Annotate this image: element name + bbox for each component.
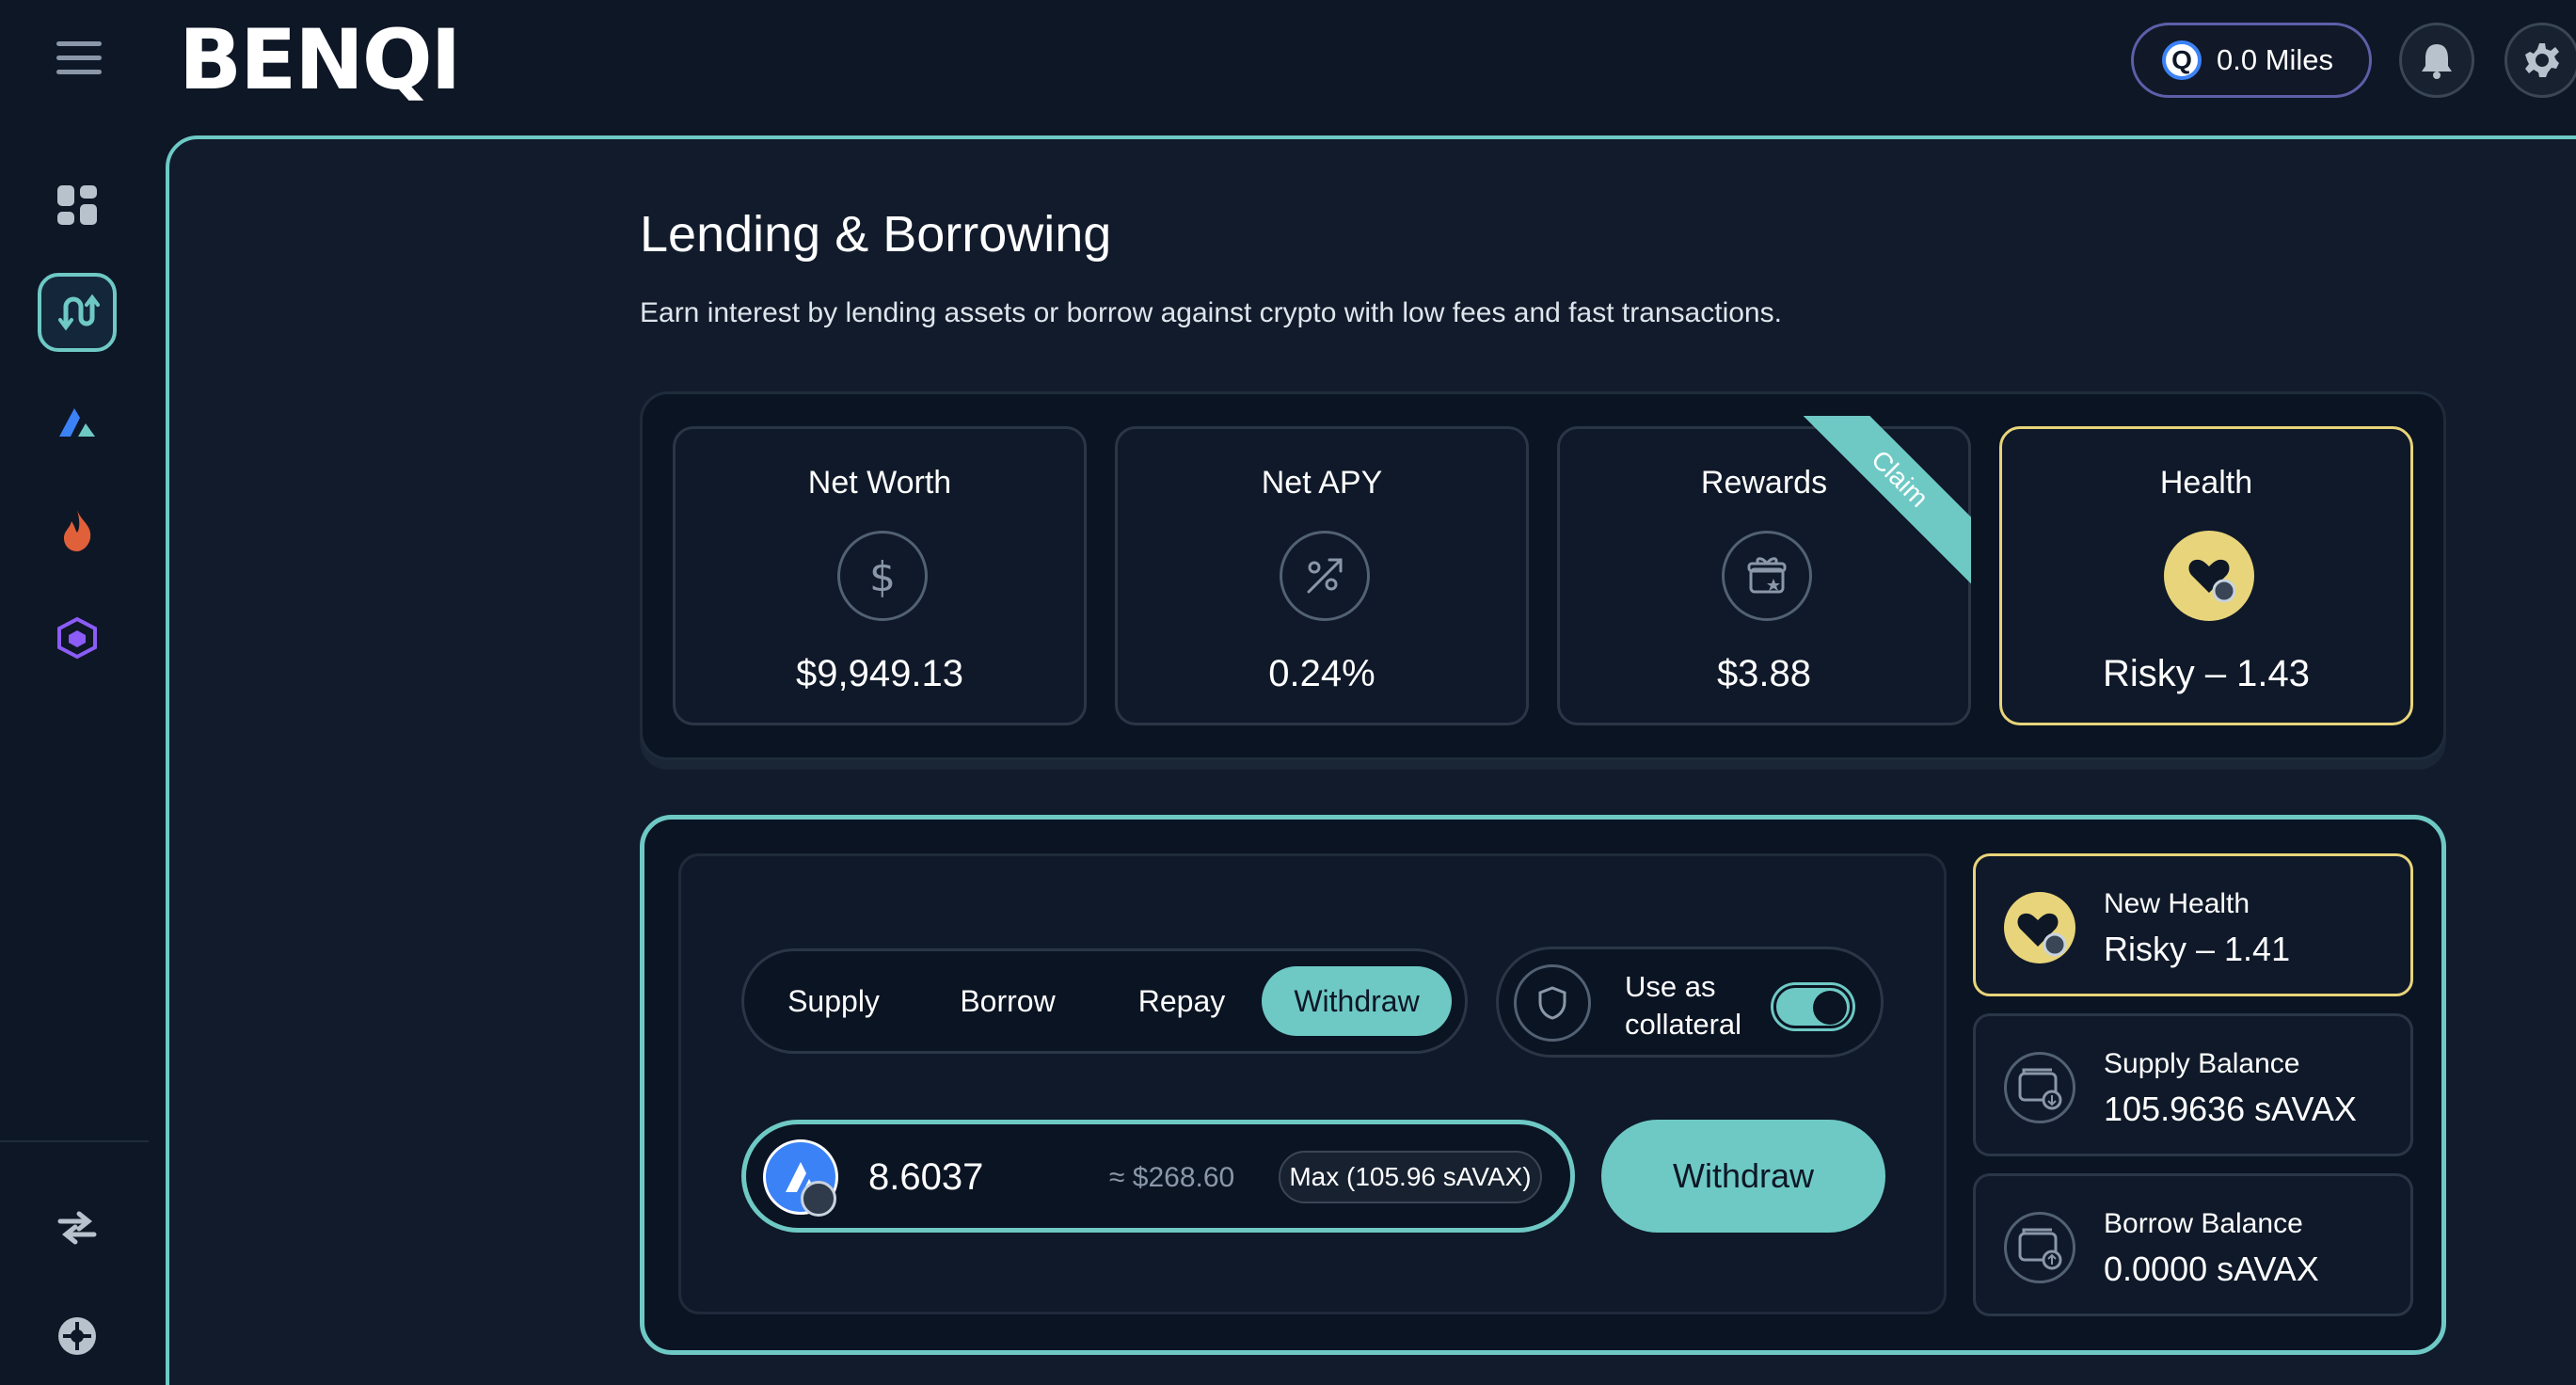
claim-button[interactable]: Claim <box>1789 416 1971 589</box>
rewards-card: Rewards $3.88 Claim <box>1557 416 1971 725</box>
bell-icon <box>2422 44 2452 79</box>
heart-icon <box>2164 531 2254 621</box>
max-button[interactable]: Max (105.96 sAVAX) <box>1279 1151 1542 1203</box>
amount-input[interactable] <box>868 1153 1094 1202</box>
supply-balance-card: Supply Balance 105.9636 sAVAX <box>1973 1013 2413 1156</box>
borrow-balance-value: 0.0000 sAVAX <box>2104 1250 2319 1288</box>
sidebar-item-ignite[interactable] <box>38 491 117 570</box>
health-value: Risky – 1.43 <box>2102 653 2311 694</box>
borrow-balance-card: Borrow Balance 0.0000 sAVAX <box>1973 1173 2413 1316</box>
sidebar-item-liquid-staking[interactable] <box>38 382 117 461</box>
tab-repay[interactable]: Repay <box>1111 966 1252 1036</box>
collateral-toggle[interactable] <box>1773 985 1852 1028</box>
avalanche-icon <box>59 408 95 437</box>
svg-text:$: $ <box>869 553 896 600</box>
miles-label: 0.0 Miles <box>2217 43 2334 76</box>
sidebar-item-ecosystem[interactable] <box>38 598 117 677</box>
tab-supply[interactable]: Supply <box>763 966 904 1036</box>
net-apy-card: Net APY 0.24% <box>1115 426 1529 725</box>
shield-icon <box>1514 964 1591 1042</box>
tab-borrow[interactable]: Borrow <box>932 966 1083 1036</box>
page-subtitle: Earn interest by lending assets or borro… <box>640 297 1782 328</box>
tab-withdraw[interactable]: Withdraw <box>1262 966 1452 1036</box>
collateral-label: Use as collateral <box>1625 970 1742 1041</box>
borrow-balance-label: Borrow Balance <box>2104 1208 2303 1239</box>
dashboard-icon <box>57 185 97 225</box>
rewards-value: $3.88 <box>1716 653 1812 694</box>
collateral-control: Use as collateral <box>1496 947 1884 1058</box>
logo[interactable]: BENQI <box>179 11 461 108</box>
withdraw-form: Supply Borrow Repay Withdraw Use as coll… <box>678 853 1947 1314</box>
heart-icon <box>2004 892 2075 963</box>
action-tabs: Supply Borrow Repay Withdraw <box>741 948 1468 1054</box>
withdraw-submit-button[interactable]: Withdraw <box>1601 1120 1885 1233</box>
sidebar-item-swap[interactable] <box>38 1187 117 1266</box>
menu-icon[interactable] <box>56 41 102 75</box>
usd-estimate: ≈ $268.60 <box>1109 1162 1235 1193</box>
miles-button[interactable]: Q 0.0 Miles <box>2131 23 2372 98</box>
percent-trend-icon <box>1280 531 1370 621</box>
settings-button[interactable] <box>2504 23 2576 98</box>
net-worth-value: $9,949.13 <box>796 653 963 694</box>
health-label: Health <box>2159 465 2253 501</box>
wallet-up-icon <box>2004 1212 2075 1283</box>
swap-icon <box>57 1211 97 1245</box>
cube-icon <box>57 616 97 660</box>
flame-icon <box>64 510 91 551</box>
lending-icon <box>58 294 100 331</box>
new-health-label: New Health <box>2104 888 2250 919</box>
gear-icon <box>2525 43 2559 77</box>
page-title: Lending & Borrowing <box>640 206 1112 263</box>
net-apy-label: Net APY <box>1261 465 1383 501</box>
sidebar-item-dashboard[interactable] <box>38 166 117 245</box>
logo-text: BENQI <box>179 11 461 108</box>
sidebar-item-lending[interactable] <box>38 273 117 352</box>
new-health-card: New Health Risky – 1.41 <box>1973 853 2413 996</box>
supply-balance-label: Supply Balance <box>2104 1048 2300 1079</box>
supply-balance-value: 105.9636 sAVAX <box>2104 1090 2357 1128</box>
stats-panel: Net Worth $ $9,949.13 Net APY 0.24% Rewa… <box>640 391 2446 760</box>
notifications-button[interactable] <box>2399 23 2474 98</box>
net-worth-label: Net Worth <box>807 465 952 501</box>
dollar-icon: $ <box>837 531 928 621</box>
sidebar <box>0 0 160 1385</box>
sidebar-divider <box>0 1140 149 1142</box>
claim-ribbon: Claim <box>1783 416 1971 604</box>
new-health-value: Risky – 1.41 <box>2104 930 2291 968</box>
sidebar-item-community[interactable] <box>38 1297 117 1376</box>
health-card: Health Risky – 1.43 <box>1999 426 2413 725</box>
net-apy-value: 0.24% <box>1268 653 1375 694</box>
action-panel: Supply Borrow Repay Withdraw Use as coll… <box>640 815 2446 1355</box>
amount-field: ≈ $268.60 Max (105.96 sAVAX) <box>741 1120 1575 1233</box>
wallet-down-icon <box>2004 1052 2075 1123</box>
globe-icon <box>58 1317 96 1355</box>
benqi-badge-icon <box>801 1181 836 1217</box>
net-worth-card: Net Worth $ $9,949.13 <box>673 426 1087 725</box>
qi-token-icon: Q <box>2162 40 2202 80</box>
